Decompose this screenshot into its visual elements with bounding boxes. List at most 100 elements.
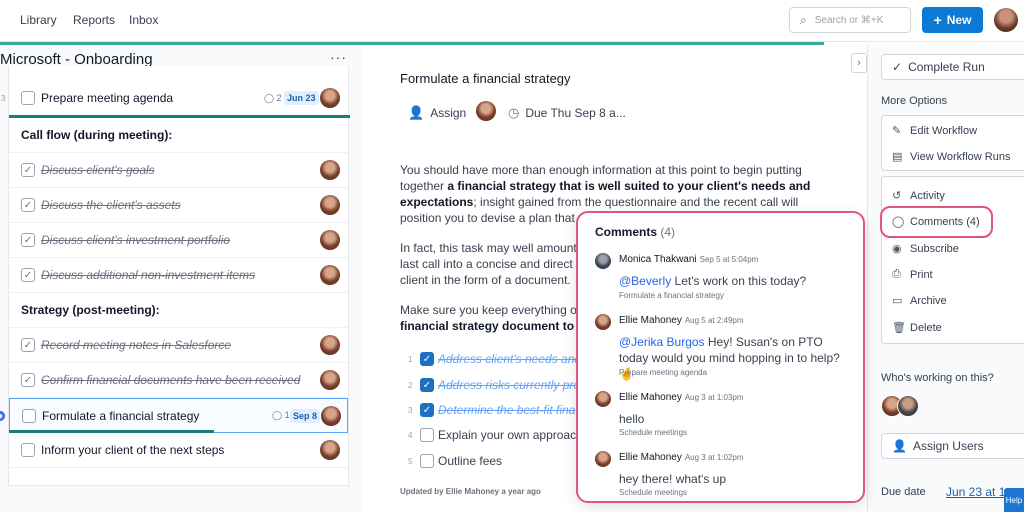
task-label: Record meeting notes in Salesforce bbox=[41, 338, 232, 352]
task-number: 3 bbox=[1, 93, 6, 103]
whos-working-label: Who's working on this? bbox=[881, 372, 994, 384]
task-row[interactable]: ✓ Discuss the client's assets bbox=[9, 188, 348, 223]
task-row[interactable]: Inform your client of the next steps bbox=[9, 433, 348, 468]
comment-item[interactable]: Monica Thakwani Sep 5 at 5:04pm @Beverly … bbox=[595, 253, 855, 305]
nav-reports[interactable]: Reports bbox=[73, 13, 115, 27]
comments-highlight bbox=[880, 206, 993, 238]
task-row[interactable]: ✓ Discuss additional non-investment item… bbox=[9, 258, 348, 293]
user-icon: 👤 bbox=[408, 105, 425, 120]
due-date-value[interactable]: Jun 23 at 1 bbox=[946, 485, 1005, 499]
comments-title: Comments (4) bbox=[595, 225, 676, 239]
task-row[interactable]: ✓ Discuss client's goals bbox=[9, 153, 348, 188]
activity-option[interactable]: ↺ Activity bbox=[892, 189, 945, 203]
assignee-avatar bbox=[320, 370, 340, 390]
top-bar: Library Reports Inbox ⌕ Search or ⌘+K + … bbox=[0, 0, 1024, 42]
subtask-checkbox[interactable] bbox=[420, 454, 434, 468]
archive-option[interactable]: ▭ Archive bbox=[892, 294, 947, 308]
printer-icon: ⎙ bbox=[892, 268, 901, 280]
comment-item[interactable]: Ellie Mahoney Aug 3 at 1:02pm hey there! … bbox=[595, 451, 855, 501]
task-checkbox[interactable] bbox=[21, 91, 35, 105]
due-date-label: Due date bbox=[881, 486, 926, 498]
checkmark-icon[interactable]: ✓ bbox=[21, 338, 35, 352]
clock-icon: ◷ bbox=[508, 105, 520, 120]
task-checkbox[interactable] bbox=[22, 408, 36, 423]
nav-inbox[interactable]: Inbox bbox=[129, 13, 158, 27]
working-avatars bbox=[881, 395, 919, 417]
checkmark-icon[interactable]: ✓ bbox=[420, 403, 434, 417]
search-box[interactable]: ⌕ Search or ⌘+K bbox=[789, 7, 911, 33]
comment-context-link[interactable]: Prepare meeting agenda bbox=[619, 368, 707, 377]
assignee-avatar bbox=[320, 230, 340, 250]
task-checkbox[interactable] bbox=[21, 443, 35, 457]
assignee-avatar bbox=[320, 195, 340, 215]
avatar bbox=[595, 451, 611, 467]
view-workflow-runs-option[interactable]: ▤ View Workflow Runs bbox=[892, 150, 1010, 164]
avatar bbox=[595, 391, 611, 407]
task-label: Formulate a financial strategy bbox=[42, 408, 200, 423]
assignee-avatar bbox=[320, 88, 340, 108]
complete-run-button[interactable]: ✓ Complete Run bbox=[881, 54, 1024, 80]
checkmark-icon[interactable]: ✓ bbox=[21, 373, 35, 387]
checkmark-icon[interactable]: ✓ bbox=[21, 268, 35, 282]
task-label: Inform your client of the next steps bbox=[41, 443, 225, 457]
workflow-menu-button[interactable]: ··· bbox=[330, 49, 347, 65]
due-date-control[interactable]: ◷ Due Thu Sep 8 a... bbox=[508, 105, 626, 121]
delete-option[interactable]: 🗑 Delete bbox=[892, 321, 942, 335]
assign-control[interactable]: 👤 Assign bbox=[408, 105, 466, 121]
task-label: Discuss client's investment portfolio bbox=[41, 233, 231, 247]
edit-workflow-option[interactable]: ✎ Edit Workflow bbox=[892, 124, 977, 138]
due-badge: Sep 8 bbox=[290, 408, 321, 423]
assignee-avatar bbox=[321, 405, 341, 426]
heading-label: Call flow (during meeting): bbox=[21, 128, 173, 142]
checkmark-icon[interactable]: ✓ bbox=[21, 163, 35, 177]
assign-label: Assign bbox=[430, 106, 467, 120]
pencil-icon: ✎ bbox=[892, 125, 902, 137]
user-avatar[interactable] bbox=[994, 8, 1018, 32]
description-paragraph: In fact, this task may well amount to la… bbox=[400, 241, 591, 287]
task-label: Prepare meeting agenda bbox=[41, 91, 174, 105]
assign-users-button[interactable]: 👤 Assign Users bbox=[881, 433, 1024, 459]
archive-icon: ▭ bbox=[892, 295, 903, 307]
comment-item[interactable]: Ellie Mahoney Aug 3 at 1:03pm hello Sched… bbox=[595, 391, 855, 441]
subtask-checkbox[interactable] bbox=[420, 428, 434, 442]
due-badge: Jun 23 bbox=[284, 91, 319, 105]
eye-icon: ◉ bbox=[892, 243, 902, 255]
avatar bbox=[595, 314, 611, 330]
avatar bbox=[897, 395, 919, 417]
trash-icon: 🗑 bbox=[892, 322, 906, 334]
checkmark-icon[interactable]: ✓ bbox=[420, 378, 434, 392]
run-options-group: ↺ Activity ◯ Comments (4) ◉ Subscribe ⎙ Prin… bbox=[881, 176, 1024, 344]
updated-by: Updated by Ellie Mahoney a year ago bbox=[400, 487, 541, 496]
checkmark-icon[interactable]: ✓ bbox=[420, 352, 434, 366]
assignee-avatar bbox=[320, 440, 340, 460]
task-row-active[interactable]: ◉ Formulate a financial strategy ◯ 1 Sep… bbox=[0, 398, 348, 433]
comment-context-link[interactable]: Formulate a financial strategy bbox=[619, 291, 724, 300]
active-task-indicator: ◉ bbox=[0, 410, 5, 421]
history-icon: ↺ bbox=[892, 190, 902, 202]
task-row[interactable]: ✓ Confirm financial documents have been … bbox=[9, 363, 348, 398]
workflow-options-group: ✎ Edit Workflow ▤ View Workflow Runs bbox=[881, 115, 1024, 171]
help-button[interactable]: Help bbox=[1004, 488, 1024, 512]
comment-context-link[interactable]: Schedule meetings bbox=[619, 488, 687, 497]
comment-context-link[interactable]: Schedule meetings bbox=[619, 428, 687, 437]
section-heading: Call flow (during meeting): bbox=[9, 118, 348, 153]
search-icon: ⌕ bbox=[800, 12, 807, 27]
comment-item[interactable]: Ellie Mahoney Aug 5 at 2:49pm @Jerika Bur… bbox=[595, 314, 855, 384]
checkmark-icon[interactable]: ✓ bbox=[21, 233, 35, 247]
checkmark-icon[interactable]: ✓ bbox=[21, 198, 35, 212]
avatar bbox=[595, 253, 611, 269]
user-icon: 👤 bbox=[892, 439, 907, 453]
new-button[interactable]: + New bbox=[922, 7, 983, 33]
more-options-label: More Options bbox=[881, 95, 948, 107]
print-option[interactable]: ⎙ Print bbox=[892, 268, 933, 281]
assignee-avatar bbox=[320, 160, 340, 180]
assignee-avatar bbox=[320, 265, 340, 285]
task-row[interactable]: ✓ Record meeting notes in Salesforce bbox=[9, 328, 348, 363]
subscribe-option[interactable]: ◉ Subscribe bbox=[892, 242, 959, 256]
description-paragraph: Make sure you keep everything org financi… bbox=[400, 303, 589, 333]
task-row[interactable]: ✓ Discuss client's investment portfolio bbox=[9, 223, 348, 258]
chevron-right-icon[interactable]: › bbox=[851, 53, 867, 73]
options-sidebar: ✓ Complete Run More Options ✎ Edit Workfl… bbox=[867, 45, 1024, 512]
task-row[interactable]: 3 Prepare meeting agenda ◯ 2 Jun 23 bbox=[1, 81, 348, 116]
nav-library[interactable]: Library bbox=[20, 13, 57, 27]
